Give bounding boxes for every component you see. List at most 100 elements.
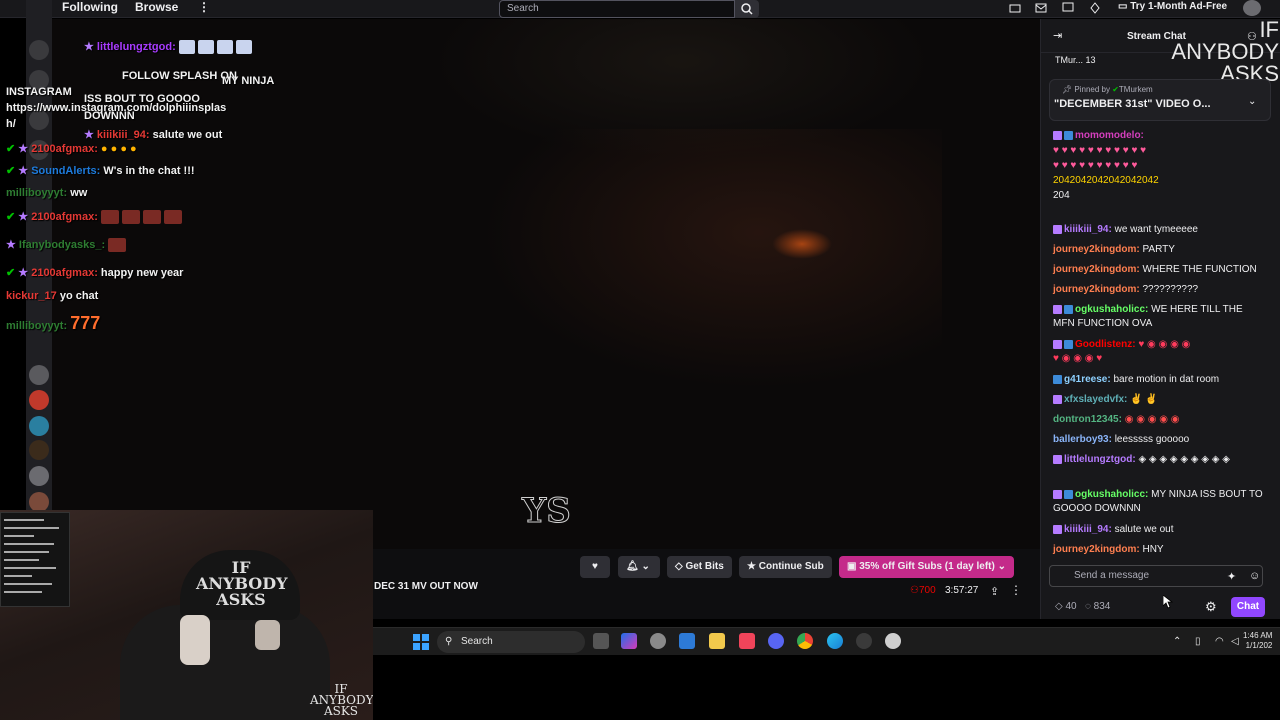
store-icon[interactable] (679, 633, 695, 649)
gift-subs-button[interactable]: ▣ 35% off Gift Subs (1 day left) ⌄ (839, 556, 1014, 578)
channel-avatar[interactable] (29, 390, 49, 410)
chat-message: dontron12345: ◉ ◉ ◉ ◉ ◉ (1053, 414, 1180, 425)
channel-avatar[interactable] (29, 416, 49, 436)
bell-icon: 🔔︎ ⌄ (626, 561, 650, 572)
webcam-watermark: IF ANYBODY ASKS (310, 682, 373, 718)
crown-icon[interactable] (1089, 2, 1101, 14)
hat-logo-text: IF ANYBODY ASKS (196, 558, 288, 609)
overlay-chat-line: ★ Ifanybodyasks_: (6, 238, 129, 253)
emote-picker-icon[interactable]: ☺ (1249, 570, 1260, 582)
channel-avatar[interactable] (29, 466, 49, 486)
taskbar-search[interactable]: ⚲ Search (437, 631, 585, 653)
system-clock[interactable]: 1:46 AM 1/1/202 (1243, 631, 1272, 651)
ad-free-button[interactable]: ▭ Try 1-Month Ad-Free (1118, 0, 1227, 16)
music-icon[interactable] (739, 633, 755, 649)
channel-points[interactable]: ◇ 40 ◌ 834 (1055, 601, 1110, 612)
chat-message: ogkushaholicc: WE HERE TILL THE MFN FUNC… (1053, 304, 1243, 329)
share-icon[interactable]: ⇪ (990, 585, 999, 598)
edge-icon[interactable] (827, 633, 843, 649)
whisper-icon[interactable] (1062, 2, 1074, 14)
overlay-chat-line: milliboyyyt: ww (6, 187, 88, 199)
chat-send-button[interactable]: Chat (1231, 597, 1265, 617)
chat-message: xfxslayedvfx: ✌ ✌ (1053, 393, 1265, 407)
taskbar: ⚲ Search ⌃ ▯ ◠ ◁ 1:46 AM 1/1/202 (373, 627, 1280, 655)
screen: Following Browse ⋮ Search ▭ Try 1-Month … (0, 0, 1280, 720)
star-icon: ★ (747, 561, 759, 572)
microphone-icon[interactable]: ▯ (1195, 636, 1201, 647)
overlay-chat-line: h/ (6, 118, 16, 130)
search-button[interactable] (735, 0, 759, 18)
overlay-chat-line: milliboyyyt: 777 (6, 313, 101, 333)
chat-message: ogkushaholicc: MY NINJA ISS BOUT TO GOOO… (1053, 489, 1263, 514)
gift-icon: ▣ (847, 561, 860, 572)
notifications-button[interactable]: 🔔︎ ⌄ (618, 556, 660, 578)
chat-message: littlelungztgod: ◈ ◈ ◈ ◈ ◈ ◈ ◈ ◈ ◈ (1053, 453, 1265, 467)
discord-icon[interactable] (768, 633, 784, 649)
chat-message: kiiikiii_94: salute we out (1053, 523, 1265, 537)
channel-logo: YS (522, 491, 572, 532)
bits-icon: ◇ (675, 561, 686, 572)
inbox-icon[interactable] (1009, 2, 1021, 14)
search-input[interactable]: Search (499, 0, 735, 18)
overlay-chat-line: DOWNNN (84, 110, 135, 122)
copilot-icon[interactable] (621, 633, 637, 649)
chat-overlay: ★ littlelungztgod: FOLLOW SPLASH ON MY N… (0, 0, 380, 340)
volume-icon[interactable]: ◁ (1231, 636, 1239, 647)
get-bits-button[interactable]: ◇ Get Bits (667, 556, 732, 578)
wifi-icon[interactable]: ◠ (1215, 636, 1224, 647)
chevron-down-icon[interactable]: ⌄ (1248, 96, 1256, 107)
stream-title: DEC 31 MV OUT NOW (374, 581, 478, 592)
overlay-chat-line: ✔ ★ 2100afgmax: ● ● ● ● (6, 143, 137, 155)
channel-avatar[interactable] (29, 440, 49, 460)
video-shadow (482, 129, 942, 389)
avatar[interactable] (1243, 0, 1261, 16)
task-view-icon[interactable] (593, 633, 609, 649)
pinned-message[interactable]: 📌︎ Pinned by ✔TMurkem "DECEMBER 31st" VI… (1049, 79, 1271, 121)
chat-message: journey2kingdom: WHERE THE FUNCTION (1053, 264, 1257, 275)
obs-icon[interactable] (856, 633, 872, 649)
overlay-chat-line: kickur_17 yo chat (6, 290, 99, 302)
channel-avatar[interactable] (29, 365, 49, 385)
chat-message: journey2kingdom: ?????????? (1053, 284, 1199, 295)
overlay-chat-line: ★ kiiikiii_94: salute we out (84, 129, 223, 141)
overlay-chat-line: MY NINJA (222, 75, 275, 87)
gear-icon[interactable]: ⚙ (1205, 599, 1217, 615)
bits-icon[interactable]: ✦ (1227, 570, 1236, 583)
search-icon (741, 3, 753, 15)
heart-icon: ♥ (592, 561, 598, 572)
chat-message: journey2kingdom: HNY (1053, 544, 1164, 555)
file-explorer-icon[interactable] (709, 633, 725, 649)
chat-message: momomodelo: (1053, 129, 1265, 143)
ad-free-label: Try 1-Month Ad-Free (1130, 1, 1228, 12)
streamer-body (120, 605, 330, 720)
mouse-cursor (1163, 595, 1173, 609)
chat-message: kiiikiii_94: we want tymeeeee (1053, 223, 1265, 237)
hype-train-bar[interactable]: TMur... 13 (1055, 55, 1096, 65)
chat-message: ballerboy93: leesssss gooooo (1053, 434, 1190, 445)
streamer-hand (180, 615, 210, 665)
overlay-chat-line: ✔ ★ SoundAlerts: W's in the chat !!! (6, 165, 195, 177)
emote-grid: ♥ ♥ ♥ ♥ ♥ ♥ ♥ ♥ ♥ ♥ ♥ ♥ ♥ ♥ ♥ ♥ ♥ ♥ ♥ ♥ … (1053, 145, 1159, 201)
pinned-text: "DECEMBER 31st" VIDEO O... (1054, 98, 1211, 110)
chevron-up-icon[interactable]: ⌃ (1173, 636, 1181, 647)
mail-icon[interactable] (1035, 2, 1047, 14)
windows-start-icon[interactable] (413, 634, 429, 650)
chat-message: Goodlistenz: ♥ ◉ ◉ ◉ ◉ ♥ ◉ ◉ ◉ ♥ (1053, 339, 1191, 364)
collapse-chat-icon[interactable]: ⇥ (1053, 29, 1062, 42)
follow-button[interactable]: ♥ (580, 556, 610, 578)
channel-watermark: IF ANYBODY ASKS (1171, 17, 1279, 86)
settings-icon[interactable] (650, 633, 666, 649)
background-monitor (0, 512, 70, 607)
overlay-chat-line: ★ littlelungztgod: (84, 40, 255, 55)
video-light (772, 229, 832, 259)
channel-avatar[interactable] (29, 492, 49, 512)
streamer-hand (255, 620, 280, 650)
overlay-chat-line: ✔ ★ 2100afgmax: happy new year (6, 267, 184, 279)
viewer-count: ⚇700 (910, 585, 936, 596)
stream-info-bar: DEC 31 MV OUT NOW ♥ 🔔︎ ⌄ ◇ Get Bits ★ Co… (373, 549, 1040, 619)
continue-sub-button[interactable]: ★ Continue Sub (739, 556, 832, 578)
more-options-icon[interactable]: ⋮ (1010, 583, 1022, 597)
media-player-icon[interactable] (885, 633, 901, 649)
overlay-chat-line: INSTAGRAM (6, 86, 72, 98)
chrome-icon[interactable] (797, 633, 813, 649)
